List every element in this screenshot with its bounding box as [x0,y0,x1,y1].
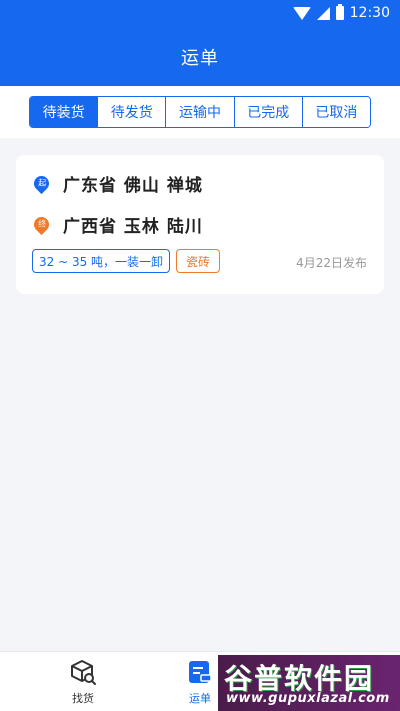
start-pin-icon: 起 [30,172,53,195]
end-pin-icon: 终 [30,213,53,236]
wifi-icon [292,6,311,20]
page-title: 运单 [181,48,219,69]
status-bar: 12:30 [292,3,390,23]
route-start: 起 广东省 佛山 禅城 [30,171,203,196]
tab-completed[interactable]: 已完成 [233,97,302,127]
start-pin-badge: 起 [37,178,46,188]
tab-bar-container: 待装货 待发货 运输中 已完成 已取消 [0,86,400,138]
cargo-tags: 32 ~ 35 吨，一装一卸 瓷砖 [32,249,221,273]
cargo-type-tag: 瓷砖 [176,249,221,273]
nav-find-cargo-label: 找货 [72,692,94,705]
end-pin-badge: 终 [37,219,46,229]
status-time: 12:30 [349,5,390,21]
nav-find-cargo[interactable]: 找货 [53,658,113,706]
start-location: 广东省 佛山 禅城 [63,176,203,196]
tab-pending-shipment[interactable]: 待发货 [97,97,166,127]
app-bar: 12:30 运单 [0,0,400,86]
tab-pending-loading[interactable]: 待装货 [30,97,98,127]
battery-icon [335,4,344,20]
waybill-icon [189,661,212,683]
box-search-icon [71,660,96,685]
route-end: 终 广西省 玉林 陆川 [30,212,203,237]
tab-cancelled[interactable]: 已取消 [301,97,370,127]
status-tabs: 待装货 待发货 运输中 已完成 已取消 [29,96,371,128]
signal-icon [316,6,330,20]
watermark-url: www.gupuxlazal.com [226,691,390,706]
weight-tag: 32 ~ 35 吨，一装一卸 [32,249,171,273]
watermark-logo: 谷普软件园 www.gupuxlazal.com [218,655,400,711]
waybill-card[interactable]: 起 广东省 佛山 禅城 终 广西省 玉林 陆川 32 ~ 35 吨，一装一卸 瓷… [16,155,384,294]
tab-in-transit[interactable]: 运输中 [165,97,234,127]
publish-date: 4月22日发布 [296,256,367,270]
end-location: 广西省 玉林 陆川 [63,217,203,237]
